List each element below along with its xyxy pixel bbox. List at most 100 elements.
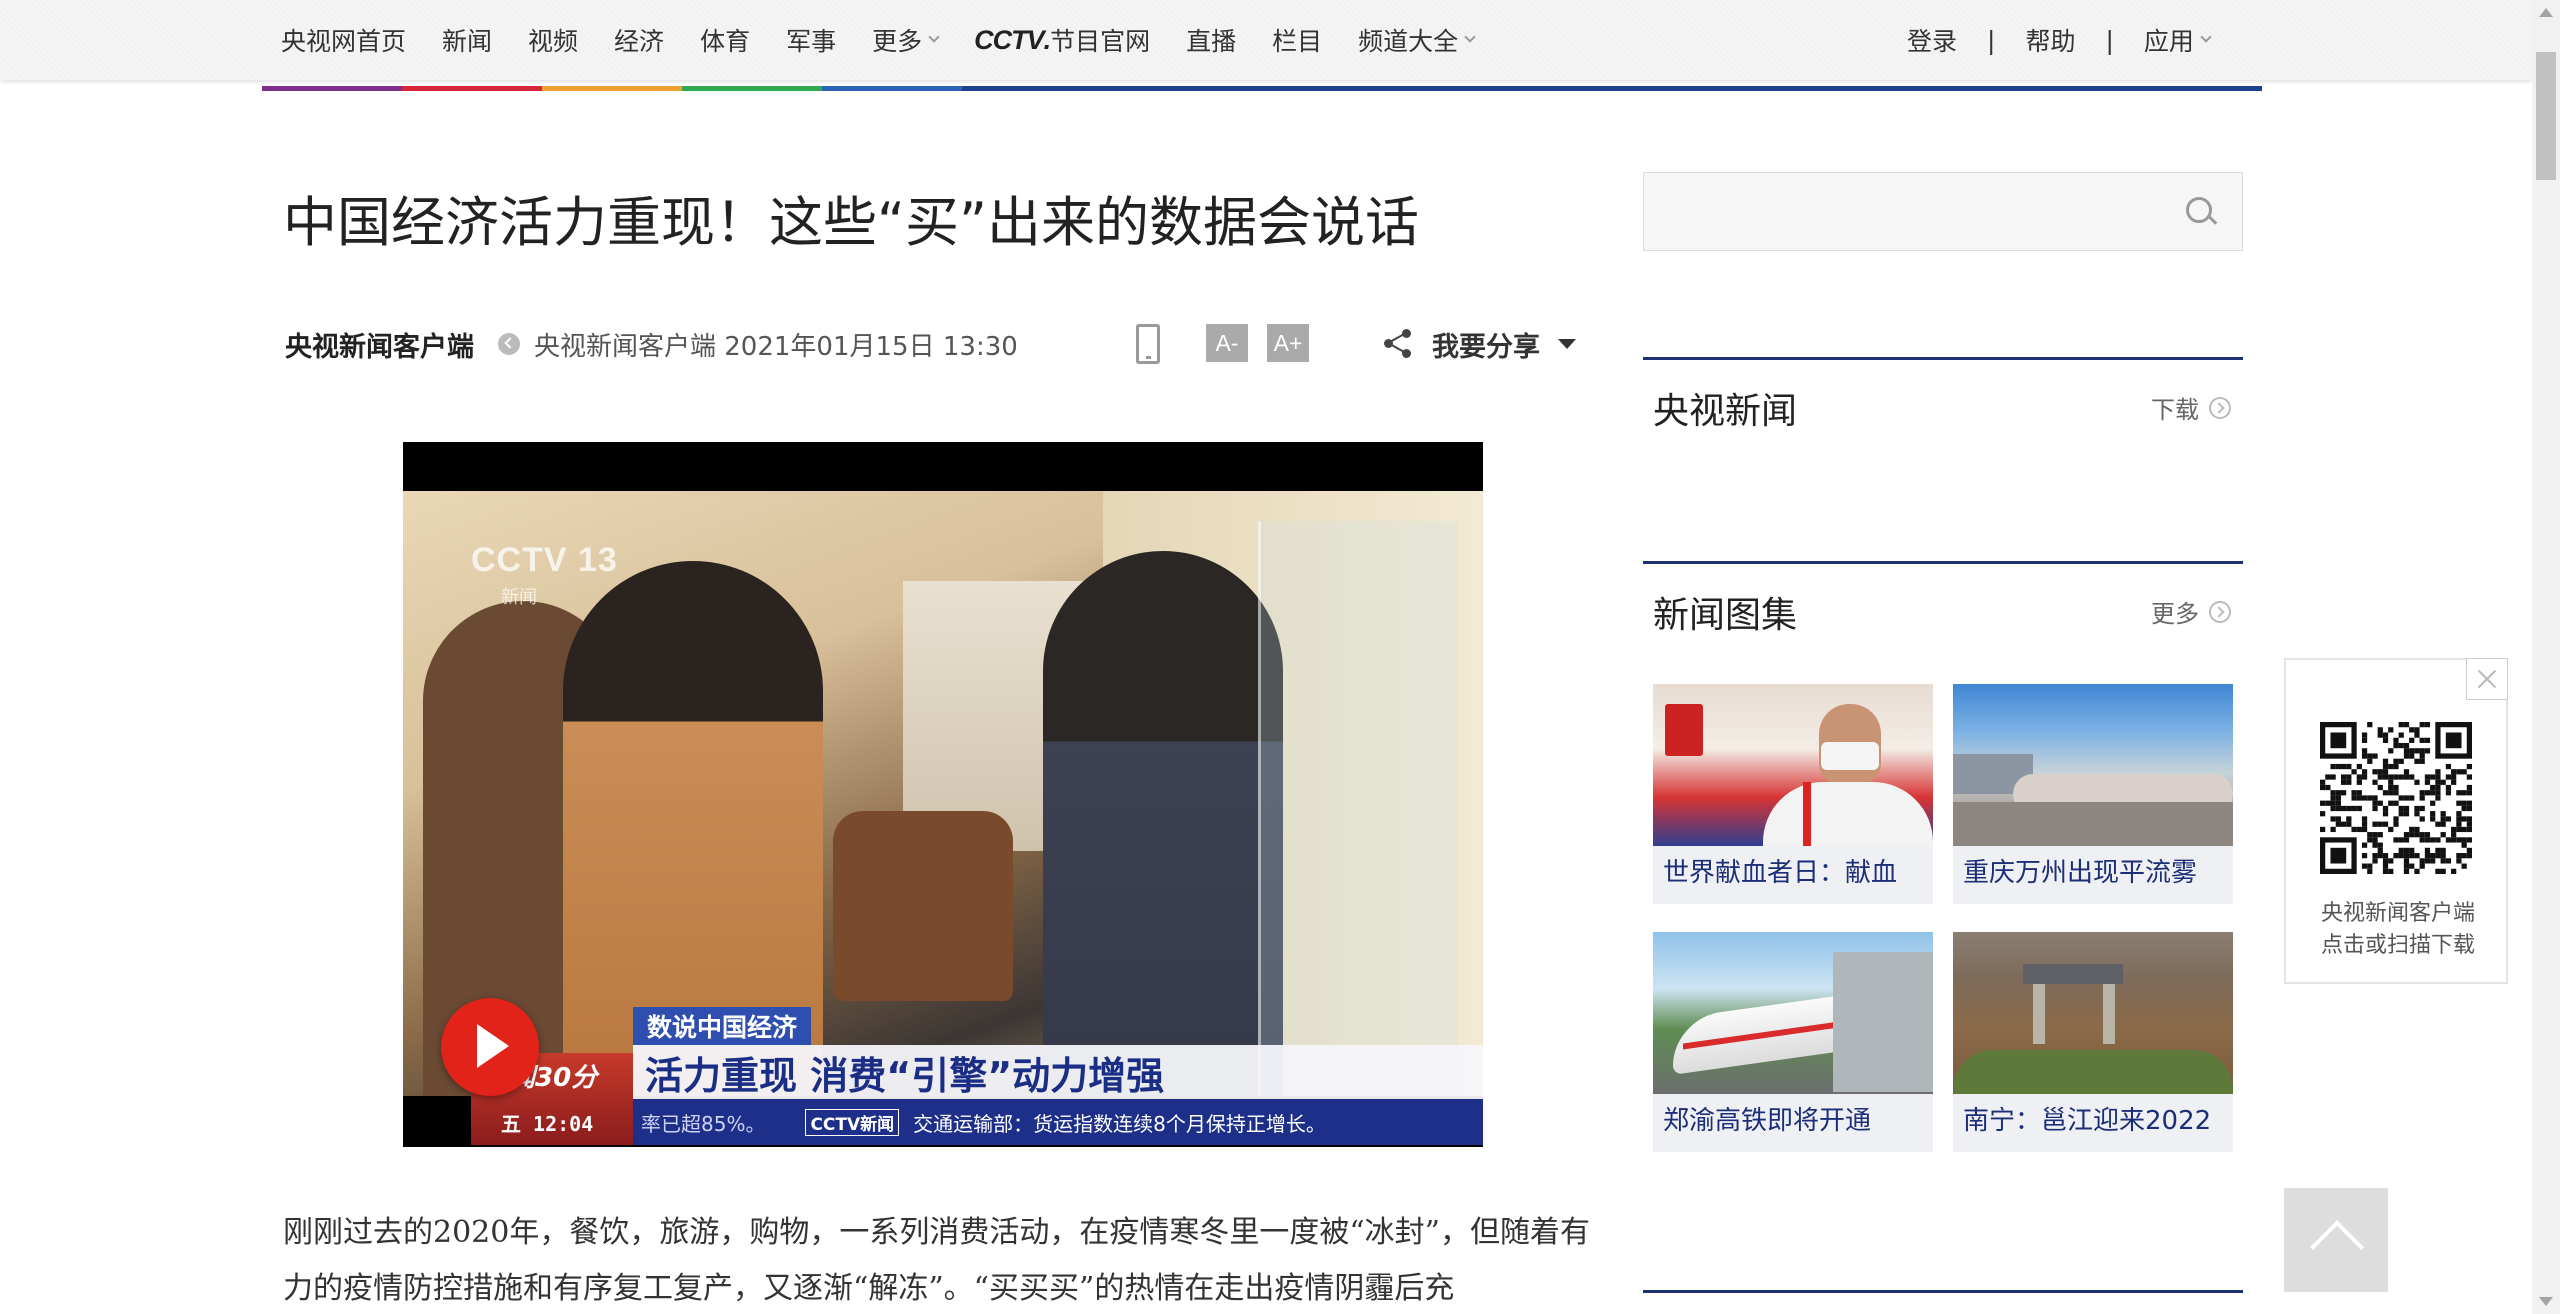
video-player[interactable]: CCTV 13 新闻 数说中国经济 活力重现 消费“引擎”动力增强 率已超85%…: [403, 442, 1483, 1147]
stripe-segment: [262, 86, 402, 91]
arrow-right-icon: [2209, 600, 2231, 623]
stripe-segment: [962, 86, 2262, 91]
arrow-right-icon: [2209, 396, 2231, 419]
source-arrow-icon: [498, 333, 520, 355]
download-label: 下载: [2151, 396, 2199, 424]
gallery-image: [1953, 932, 2233, 1094]
nav-item[interactable]: 频道大全: [1358, 22, 1476, 58]
nav-item[interactable]: 新闻: [442, 22, 492, 58]
next-panel: [1643, 1290, 2243, 1314]
search-icon[interactable]: [2184, 195, 2218, 229]
scroll-up-icon[interactable]: [2539, 8, 2553, 17]
share-icon: [1384, 329, 1414, 359]
font-smaller-button[interactable]: A-: [1206, 324, 1248, 362]
ticker-prefix: 率已超85%。: [641, 1111, 766, 1136]
scrollbar-thumb[interactable]: [2536, 52, 2556, 180]
gallery-item[interactable]: 南宁：邕江迎来2022: [1953, 932, 2233, 1152]
video-caption-headline: 活力重现 消费“引擎”动力增强: [633, 1045, 1483, 1099]
gallery-item[interactable]: 世界献血者日：献血: [1653, 684, 1933, 904]
share-label: 我要分享: [1432, 331, 1540, 363]
nav-item[interactable]: 视频: [528, 22, 578, 58]
share-dropdown-icon: [1558, 339, 1576, 349]
more-link[interactable]: 更多: [2151, 594, 2231, 629]
mobile-icon[interactable]: [1136, 324, 1160, 364]
channel-watermark: CCTV 13: [471, 541, 618, 579]
more-label: 更多: [2151, 600, 2199, 628]
apps-menu[interactable]: 应用: [2143, 22, 2212, 58]
apps-label: 应用: [2143, 27, 2194, 56]
chevron-down-icon: [1464, 31, 1476, 43]
gallery-image: [1953, 684, 2233, 846]
nav-item[interactable]: 直播: [1186, 22, 1236, 58]
nav-item[interactable]: 栏目: [1272, 22, 1322, 58]
gallery-caption: 世界献血者日：献血: [1663, 858, 1898, 888]
nav-item-label: 视频: [528, 27, 579, 56]
scroll-down-icon[interactable]: [2539, 1297, 2553, 1306]
article-source-date: 央视新闻客户端 2021年01月15日 13:30: [534, 331, 1018, 362]
qr-code-icon: [2320, 722, 2472, 874]
nav-item-label: 央视网首页: [281, 27, 407, 56]
video-frame: CCTV 13 新闻 数说中国经济 活力重现 消费“引擎”动力增强 率已超85%…: [403, 491, 1483, 1145]
nav-item[interactable]: 体育: [700, 22, 750, 58]
ticker-logo: CCTV新闻: [805, 1108, 900, 1136]
nav-item[interactable]: 经济: [614, 22, 664, 58]
panel-title: 新闻图集: [1653, 595, 1798, 636]
nav-item[interactable]: 央视网首页: [281, 22, 406, 58]
download-link[interactable]: 下载: [2151, 390, 2231, 425]
gallery-caption: 重庆万州出现平流雾: [1963, 858, 2198, 888]
qr-caption: 央视新闻客户端 点击或扫描下载: [2286, 898, 2510, 962]
nav-separator: |: [1987, 25, 1996, 55]
gallery-image: [1653, 684, 1933, 846]
article-body: 刚刚过去的2020年，餐饮，旅游，购物，一系列消费活动，在疫情寒冬里一度被“冰封…: [283, 1215, 1591, 1306]
cctv-logo: CCTV: [974, 24, 1044, 55]
article-meta: 央视新闻客户端 央视新闻客户端 2021年01月15日 13:30 A- A+ …: [285, 324, 1595, 364]
nav-item-label: 栏目: [1272, 27, 1323, 56]
official-site-label: 节目官网: [1050, 27, 1151, 56]
chevron-down-icon: [2200, 31, 2212, 43]
play-icon[interactable]: [441, 998, 539, 1096]
stripe-segment: [822, 86, 962, 91]
back-to-top-button[interactable]: [2284, 1188, 2388, 1292]
chevron-down-icon: [928, 31, 940, 43]
app-download-qr[interactable]: 央视新闻客户端 点击或扫描下载: [2284, 658, 2508, 984]
program-time: 五 12:04: [501, 1112, 594, 1136]
nav-separator: |: [2105, 25, 2114, 55]
nav-color-stripe: [262, 86, 2262, 91]
search-box[interactable]: [1643, 172, 2243, 251]
share-button[interactable]: 我要分享: [1384, 324, 1576, 364]
top-nav: 央视网首页 新闻 视频 经济 体育 军事 更多 CCTV. 节目官网 直播 栏目 频道大全 登录 | …: [0, 0, 2532, 80]
close-icon[interactable]: [2466, 658, 2508, 700]
qr-caption-line1: 央视新闻客户端: [2320, 901, 2475, 926]
video-ticker: 率已超85%。 CCTV新闻 交通运输部：货运指数连续8个月保持正增长。: [633, 1099, 1483, 1145]
nav-item-label: 新闻: [442, 27, 493, 56]
qr-caption-line2: 点击或扫描下载: [2320, 933, 2475, 958]
nav-item-label: 体育: [700, 27, 751, 56]
article-source[interactable]: 央视新闻客户端: [285, 325, 474, 364]
login-link[interactable]: 登录: [1907, 22, 1957, 58]
nav-item-label: 更多: [872, 27, 923, 56]
stripe-segment: [402, 86, 542, 91]
help-link[interactable]: 帮助: [2025, 22, 2075, 58]
cctv-news-panel: 央视新闻 下载: [1643, 357, 2243, 567]
scrollbar[interactable]: [2532, 0, 2560, 1314]
gallery-item[interactable]: 重庆万州出现平流雾: [1953, 684, 2233, 904]
nav-item[interactable]: 军事: [786, 22, 836, 58]
search-input[interactable]: [1644, 173, 2164, 250]
stripe-segment: [682, 86, 822, 91]
nav-item-label: 军事: [786, 27, 837, 56]
channel-watermark-sub: 新闻: [501, 587, 537, 608]
article-title: 中国经济活力重现！这些“买”出来的数据会说话: [283, 191, 1419, 254]
ticker-text: 交通运输部：货运指数连续8个月保持正增长。: [913, 1111, 1326, 1136]
nav-right: 登录 | 帮助 | 应用: [1907, 0, 2212, 80]
nav-item-label: 直播: [1186, 27, 1237, 56]
cctv-programs-link[interactable]: CCTV. 节目官网: [974, 22, 1150, 58]
gallery-image: [1653, 932, 1933, 1094]
gallery-caption: 郑渝高铁即将开通: [1663, 1106, 1872, 1136]
panel-title: 央视新闻: [1653, 391, 1798, 432]
gallery-panel: 新闻图集 更多 世界献血者日：献血 重庆万州出现平流雾 郑渝高铁即将开通 南宁：…: [1643, 561, 2243, 1161]
stripe-segment: [542, 86, 682, 91]
font-larger-button[interactable]: A+: [1267, 324, 1309, 362]
gallery-item[interactable]: 郑渝高铁即将开通: [1653, 932, 1933, 1152]
nav-item[interactable]: 更多: [872, 22, 940, 58]
nav-item-label: 经济: [614, 27, 665, 56]
